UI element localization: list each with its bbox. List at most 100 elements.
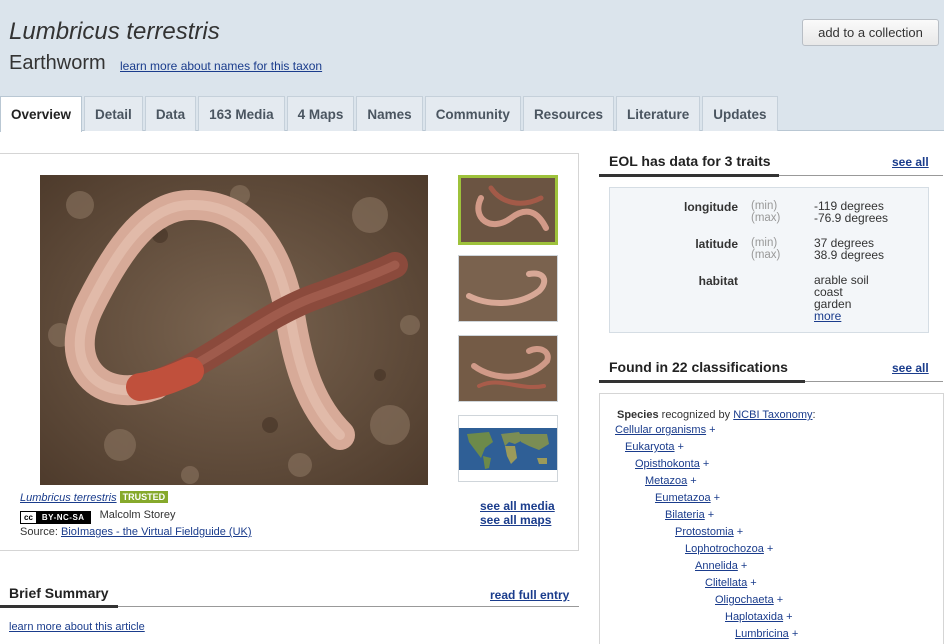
common-name: Earthworm (9, 52, 106, 74)
caption-taxon-link[interactable]: Lumbricus terrestris (20, 492, 117, 504)
lineage-taxon-link[interactable]: Bilateria (665, 509, 705, 521)
media-thumbnail-2[interactable] (458, 255, 558, 322)
see-all-links: see all media see all maps (480, 499, 555, 527)
expand-plus-icon[interactable]: + (777, 594, 783, 606)
provider-link[interactable]: NCBI Taxonomy (733, 409, 812, 421)
photo-caption: Lumbricus terrestris TRUSTED cc BY-NC-SA… (20, 490, 252, 541)
scientific-name: Lumbricus terrestris (9, 18, 220, 45)
media-thumbnail-3[interactable] (458, 335, 558, 402)
learn-about-article-link[interactable]: learn more about this article (9, 621, 145, 633)
tab-detail[interactable]: Detail (84, 96, 143, 131)
expand-plus-icon[interactable]: + (737, 526, 743, 538)
lineage-taxon-link[interactable]: Eukaryota (625, 441, 675, 453)
trait-latitude-name: latitude (695, 237, 738, 251)
classification-source: Species recognized by NCBI Taxonomy: (617, 409, 816, 421)
world-map-image (459, 416, 557, 481)
add-to-collection-button[interactable]: add to a collection (802, 19, 939, 46)
photo-author: Malcolm Storey (99, 509, 176, 521)
read-full-entry-link[interactable]: read full entry (490, 588, 569, 602)
expand-plus-icon[interactable]: + (714, 492, 720, 504)
lineage-item: Bilateria + (665, 509, 714, 521)
lineage-item: Cellular organisms + (615, 424, 716, 436)
summary-divider-accent (0, 605, 118, 608)
media-panel: Lumbricus terrestris TRUSTED cc BY-NC-SA… (0, 153, 579, 551)
expand-plus-icon[interactable]: + (708, 509, 714, 521)
tab-literature[interactable]: Literature (615, 96, 701, 131)
traits-divider-accent (599, 174, 779, 177)
lineage-item: Eumetazoa + (655, 492, 720, 504)
trait-latitude-min-label: (min) (751, 237, 778, 249)
traits-heading: EOL has data for 3 traits (609, 153, 771, 169)
lineage-item: Haplotaxida + (725, 611, 793, 623)
tab-community[interactable]: Community (424, 96, 521, 131)
expand-plus-icon[interactable]: + (792, 628, 798, 640)
lineage-item: Metazoa + (645, 475, 697, 487)
tab-resources[interactable]: Resources (522, 96, 614, 131)
lineage-item: Eukaryota + (625, 441, 684, 453)
recognized-by-text: recognized by (661, 409, 731, 421)
source-link[interactable]: BioImages - the Virtual Fieldguide (UK) (61, 526, 252, 538)
traits-box: longitude (min) (max) -119 degrees -76.9… (609, 187, 929, 333)
tab-media[interactable]: 163 Media (198, 96, 285, 131)
tab-overview[interactable]: Overview (0, 96, 83, 132)
lineage-item: Oligochaeta + (715, 594, 783, 606)
tab-maps[interactable]: 4 Maps (286, 96, 355, 131)
lineage-taxon-link[interactable]: Eumetazoa (655, 492, 711, 504)
license-code: BY-NC-SA (36, 512, 90, 523)
lineage-taxon-link[interactable]: Annelida (695, 560, 738, 572)
see-all-media-link[interactable]: see all media (480, 499, 555, 513)
rank-label: Species (617, 409, 659, 421)
lineage-item: Annelida + (695, 560, 747, 572)
lineage-taxon-link[interactable]: Oligochaeta (715, 594, 774, 606)
source-label: Source: (20, 526, 58, 538)
license-badge[interactable]: cc BY-NC-SA (20, 511, 91, 524)
lineage-item: Lophotrochozoa + (685, 543, 773, 555)
names-info-link[interactable]: learn more about names for this taxon (120, 59, 322, 73)
classifications-heading: Found in 22 classifications (609, 359, 788, 375)
traits-see-all-link[interactable]: see all (892, 155, 929, 169)
expand-plus-icon[interactable]: + (703, 458, 709, 470)
lineage-taxon-link[interactable]: Clitellata (705, 577, 747, 589)
see-all-maps-link[interactable]: see all maps (480, 513, 555, 527)
lineage-item: Opisthokonta + (635, 458, 709, 470)
main-photo[interactable] (40, 175, 428, 485)
lineage-taxon-link[interactable]: Lophotrochozoa (685, 543, 764, 555)
lineage-item: Protostomia + (675, 526, 743, 538)
expand-plus-icon[interactable]: + (786, 611, 792, 623)
classification-tree: Species recognized by NCBI Taxonomy: Cel… (599, 393, 944, 644)
thumbnail-image (461, 178, 555, 242)
expand-plus-icon[interactable]: + (767, 543, 773, 555)
lineage-item: Lumbricina + (735, 628, 798, 640)
trait-habitat-more-link[interactable]: more (814, 309, 841, 323)
tab-updates[interactable]: Updates (702, 96, 778, 131)
lineage-item: Clitellata + (705, 577, 757, 589)
lineage-taxon-link[interactable]: Opisthokonta (635, 458, 700, 470)
expand-plus-icon[interactable]: + (741, 560, 747, 572)
lineage-taxon-link[interactable]: Haplotaxida (725, 611, 783, 623)
lineage-taxon-link[interactable]: Protostomia (675, 526, 734, 538)
classifications-see-all-link[interactable]: see all (892, 361, 929, 375)
lineage-taxon-link[interactable]: Lumbricina (735, 628, 789, 640)
source-colon: : (812, 409, 816, 421)
thumbnail-image (459, 256, 557, 321)
lineage-taxon-link[interactable]: Cellular organisms (615, 424, 706, 436)
trait-latitude-max: 38.9 degrees (814, 248, 885, 262)
trait-longitude-max: -76.9 degrees (814, 211, 889, 225)
tab-names[interactable]: Names (356, 96, 423, 131)
classifications-divider-accent (599, 380, 805, 383)
brief-summary-heading: Brief Summary (9, 585, 109, 601)
expand-plus-icon[interactable]: + (750, 577, 756, 589)
tab-data[interactable]: Data (144, 96, 197, 131)
lineage-taxon-link[interactable]: Metazoa (645, 475, 687, 487)
trait-longitude-max-label: (max) (751, 212, 781, 224)
trait-longitude-name: longitude (684, 200, 738, 214)
tab-bar: Overview Detail Data 163 Media 4 Maps Na… (0, 96, 780, 132)
expand-plus-icon[interactable]: + (709, 424, 715, 436)
trusted-badge: TRUSTED (119, 491, 169, 503)
creative-commons-icon: cc (21, 512, 37, 523)
map-thumbnail[interactable] (458, 415, 558, 482)
expand-plus-icon[interactable]: + (690, 475, 696, 487)
media-thumbnail-1[interactable] (458, 175, 558, 245)
thumbnail-image (459, 336, 557, 401)
expand-plus-icon[interactable]: + (678, 441, 684, 453)
